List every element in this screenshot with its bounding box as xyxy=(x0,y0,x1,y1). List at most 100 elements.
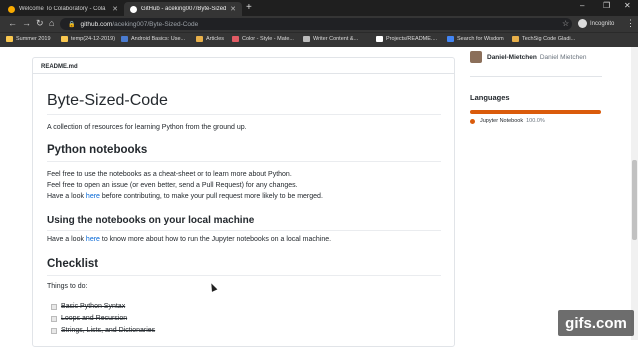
bookmark-label: Summer 2019 xyxy=(16,36,51,42)
github-page: README.md Byte-Sized-Code A collection o… xyxy=(0,47,638,347)
incognito-icon xyxy=(578,19,587,28)
lock-icon: 🔒 xyxy=(68,21,76,28)
jupyter-guide-link[interactable]: here xyxy=(86,236,100,243)
checklist-item: Loops and Recursion xyxy=(51,315,127,322)
google-icon xyxy=(447,36,454,42)
checkbox xyxy=(51,303,57,310)
incognito-indicator[interactable]: Incognito xyxy=(578,19,614,28)
checklist-label: Basic Python Syntax xyxy=(61,303,126,310)
bookmarks-bar: Summer 2019 temp(24-12-2019) Android Bas… xyxy=(0,32,638,47)
tab-title: Welcome To Colaboratory - Cola xyxy=(19,6,106,12)
readme-filename: README.md xyxy=(33,58,454,74)
bookmark-label: TechSig Code Gladi... xyxy=(522,36,576,42)
divider xyxy=(470,76,602,77)
bookmark-label: Articles xyxy=(206,36,225,42)
maximize-button[interactable]: ❐ xyxy=(603,1,610,10)
github-icon xyxy=(376,36,383,42)
tab-colaboratory[interactable]: Welcome To Colaboratory - Cola ✕ xyxy=(2,2,124,16)
checkbox xyxy=(51,315,57,322)
browser-toolbar: ← → ↻ ⌂ 🔒 github.com /aceking007/Byte-Si… xyxy=(0,16,638,32)
reload-button[interactable]: ↻ xyxy=(36,18,44,29)
bookmark-label: Writer Content &... xyxy=(313,36,359,42)
android-icon xyxy=(121,36,128,42)
language-bar xyxy=(470,110,601,114)
checklist-item: Strings, Lists, and Dictionaries xyxy=(51,327,155,334)
folder-icon xyxy=(6,36,13,42)
text: before contributing, to make your pull r… xyxy=(99,193,323,200)
readme-panel: README.md Byte-Sized-Code A collection o… xyxy=(32,57,455,347)
bookmark-label: Android Basics: Use... xyxy=(131,36,186,42)
divider xyxy=(47,161,441,162)
new-tab-button[interactable]: + xyxy=(246,2,252,13)
bookmark-item[interactable]: temp(24-12-2019) xyxy=(61,36,115,42)
readme-intro: A collection of resources for learning P… xyxy=(47,124,247,131)
page-icon xyxy=(303,36,310,42)
heading-local-machine: Using the notebooks on your local machin… xyxy=(47,215,255,226)
divider xyxy=(47,114,441,115)
languages-heading: Languages xyxy=(470,93,510,102)
heading-python-notebooks: Python notebooks xyxy=(47,144,148,156)
bookmark-item[interactable]: Articles xyxy=(196,36,224,42)
contributor[interactable]: Daniel-Mietchen Daniel Mietchen xyxy=(470,51,586,63)
forward-button[interactable]: → xyxy=(22,18,31,28)
browser-menu-icon[interactable]: ⋮ xyxy=(626,18,635,29)
heading-checklist: Checklist xyxy=(47,258,99,270)
colab-favicon-icon xyxy=(8,5,15,13)
avatar xyxy=(470,51,482,63)
close-tab-icon[interactable]: ✕ xyxy=(112,5,118,13)
readme-title: Byte-Sized-Code xyxy=(47,92,168,109)
language-name: Jupyter Notebook xyxy=(480,118,524,124)
bookmark-label: Color - Style - Mate... xyxy=(242,36,294,42)
divider xyxy=(47,275,441,276)
bookmark-label: temp(24-12-2019) xyxy=(71,36,116,42)
folder-icon xyxy=(196,36,203,42)
bookmark-star-icon[interactable]: ☆ xyxy=(562,19,569,28)
language-percent: 100.0% xyxy=(526,118,545,124)
bookmark-label: Search for Wisdom xyxy=(457,36,504,42)
gifs-watermark: gifs.com xyxy=(558,310,634,336)
bookmark-item[interactable]: Android Basics: Use... xyxy=(121,36,185,42)
text: to know more about how to run the Jupyte… xyxy=(99,236,332,243)
address-bar[interactable]: 🔒 github.com /aceking007/Byte-Sized-Code xyxy=(60,18,572,30)
checklist-item: Basic Python Syntax xyxy=(51,303,125,310)
back-button[interactable]: ← xyxy=(8,18,17,28)
url-path: /aceking007/Byte-Sized-Code xyxy=(112,20,199,28)
tab-title: GitHub - aceking007/Byte-Sized- xyxy=(141,6,227,12)
minimize-button[interactable]: – xyxy=(580,1,584,10)
local-line: Have a look here to know more about how … xyxy=(47,236,331,243)
bookmark-item[interactable]: Projects/README.... xyxy=(376,36,437,42)
incognito-label: Incognito xyxy=(590,20,615,27)
checklist-label: Loops and Recursion xyxy=(61,315,128,322)
home-button[interactable]: ⌂ xyxy=(49,18,54,28)
bookmark-item[interactable]: Writer Content &... xyxy=(303,36,358,42)
text: Have a look xyxy=(47,236,86,243)
url-host: github.com xyxy=(80,20,113,28)
tab-bar: Welcome To Colaboratory - Cola ✕ GitHub … xyxy=(0,0,638,16)
notebooks-line-3: Have a look here before contributing, to… xyxy=(47,193,323,200)
checkbox xyxy=(51,327,57,334)
notebooks-line-2: Feel free to open an issue (or even bett… xyxy=(47,182,298,189)
material-icon xyxy=(232,36,239,42)
bookmark-item[interactable]: Search for Wisdom xyxy=(447,36,504,42)
divider xyxy=(47,230,441,231)
close-tab-icon[interactable]: ✕ xyxy=(230,5,236,13)
tab-github[interactable]: GitHub - aceking007/Byte-Sized- ✕ xyxy=(124,2,242,16)
bookmark-item[interactable]: Summer 2019 xyxy=(6,36,51,42)
language-dot-icon xyxy=(470,118,475,124)
checklist-label: Strings, Lists, and Dictionaries xyxy=(61,327,156,334)
bookmark-item[interactable]: TechSig Code Gladi... xyxy=(512,36,575,42)
github-favicon-icon xyxy=(130,5,137,13)
text: Have a look xyxy=(47,193,86,200)
close-window-button[interactable]: ✕ xyxy=(624,1,631,10)
contributor-login[interactable]: Daniel-Mietchen xyxy=(487,54,537,61)
techgig-icon xyxy=(512,36,519,42)
todo-label: Things to do: xyxy=(47,283,88,290)
bookmark-label: Projects/README.... xyxy=(386,36,438,42)
folder-icon xyxy=(61,36,68,42)
scrollbar-thumb[interactable] xyxy=(632,160,637,240)
bookmark-item[interactable]: Color - Style - Mate... xyxy=(232,36,294,42)
notebooks-line-1: Feel free to use the notebooks as a chea… xyxy=(47,171,292,178)
language-item[interactable]: Jupyter Notebook 100.0% xyxy=(470,118,545,124)
contributor-name: Daniel Mietchen xyxy=(539,53,587,61)
contributing-link[interactable]: here xyxy=(86,193,100,200)
